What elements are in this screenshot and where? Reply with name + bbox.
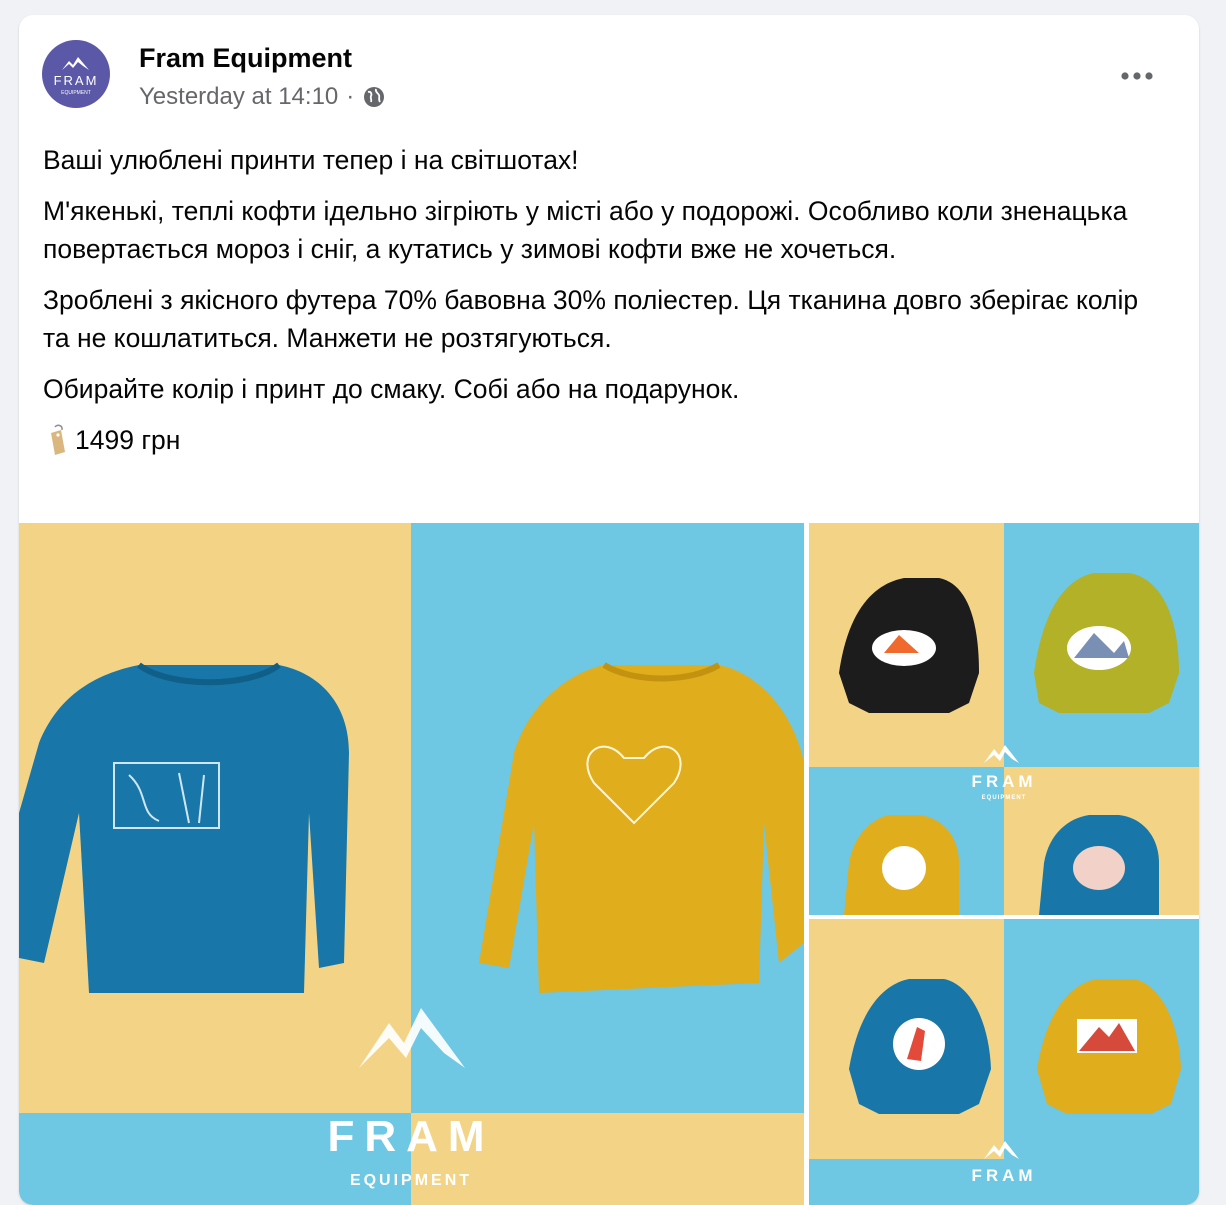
post-card: FRAM EQUIPMENT Fram Equipment Yesterday …: [19, 15, 1199, 1205]
more-options-button[interactable]: [1115, 59, 1159, 93]
paragraph: Зроблені з якісного футера 70% бавовна 3…: [43, 285, 1139, 353]
logo-brand: FRAM: [971, 1166, 1036, 1185]
timestamp[interactable]: Yesterday at 14:10: [139, 83, 338, 111]
logo-brand: FRAM: [971, 772, 1036, 791]
avatar-brand: FRAM: [54, 73, 99, 88]
avatar-sub: EQUIPMENT: [61, 90, 91, 96]
price-tag-icon: [43, 424, 73, 456]
paragraph: Ваші улюблені принти тепер і на світшота…: [43, 145, 579, 175]
price: 1499 грн: [75, 425, 181, 455]
photo-right-1[interactable]: FRAM EQUIPMENT: [809, 523, 1199, 915]
logo-brand: FRAM: [327, 1112, 494, 1161]
avatar[interactable]: FRAM EQUIPMENT: [42, 40, 110, 108]
logo-sub: EQUIPMENT: [982, 795, 1027, 801]
logo-sub: EQUIPMENT: [350, 1172, 472, 1189]
author-name[interactable]: Fram Equipment: [139, 43, 352, 74]
sweaters-photo: FRAM EQUIPMENT: [19, 523, 804, 1205]
price-line: 1499 грн: [43, 421, 1163, 459]
paragraph: Обирайте колір і принт до смаку. Собі аб…: [43, 374, 740, 404]
globe-icon[interactable]: [362, 85, 386, 109]
photo-gallery: FRAM EQUIPMENT FRAM EQUIPMENT FRAM: [19, 523, 1199, 1205]
post-meta: Yesterday at 14:10 ·: [139, 83, 386, 111]
more-dots-icon: [1121, 72, 1153, 80]
sweaters-grid-photo: FRAM EQUIPMENT: [809, 523, 1199, 915]
separator: ·: [346, 83, 355, 110]
fram-logo-icon: FRAM EQUIPMENT: [54, 57, 99, 96]
sweaters-grid-photo-2: FRAM: [809, 919, 1199, 1205]
paragraph: М'якенькі, теплі кофти ідельно зігріють …: [43, 196, 1128, 264]
photo-main[interactable]: FRAM EQUIPMENT: [19, 523, 804, 1205]
photo-right-2[interactable]: FRAM: [809, 919, 1199, 1205]
post-text: Ваші улюблені принти тепер і на світшота…: [43, 141, 1163, 472]
